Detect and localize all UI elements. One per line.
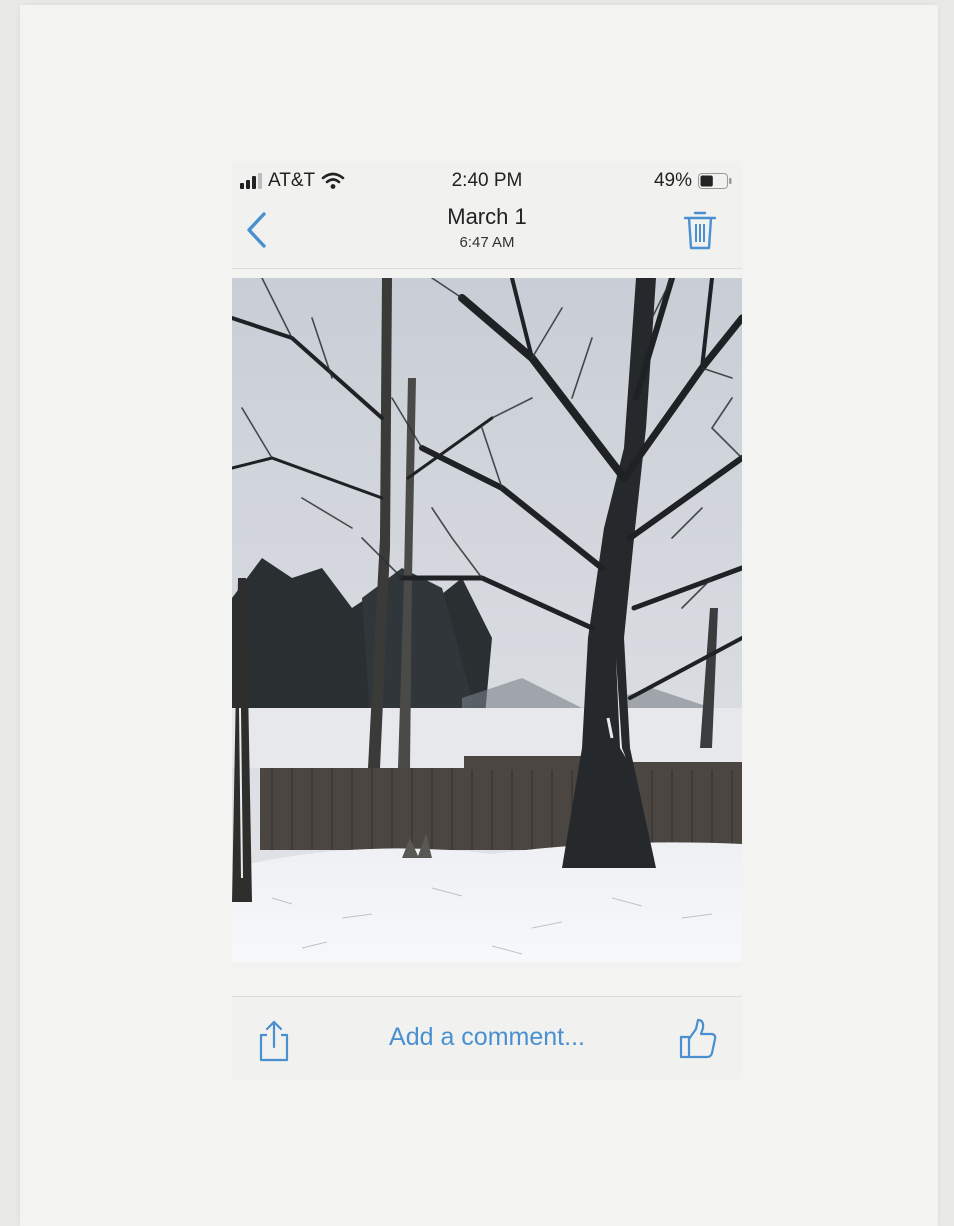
- delete-button[interactable]: [682, 208, 718, 252]
- bottom-toolbar: Add a comment...: [232, 996, 742, 1079]
- photo-date: March 1: [447, 204, 527, 229]
- winter-photo: [232, 278, 742, 962]
- photo-time: 6:47 AM: [459, 234, 515, 251]
- like-button[interactable]: [678, 1017, 718, 1061]
- add-comment-field[interactable]: Add a comment...: [332, 1023, 642, 1052]
- battery-icon: [698, 173, 732, 189]
- status-bar: AT&T 2:40 PM 49%: [232, 168, 742, 194]
- share-icon: [259, 1020, 289, 1062]
- thumbs-up-icon: [679, 1018, 717, 1059]
- photo-viewer[interactable]: [232, 278, 742, 962]
- battery-percent: 49%: [653, 170, 692, 191]
- battery-group: 49%: [654, 170, 732, 192]
- top-bar: AT&T 2:40 PM 49% March 1 6:47 AM: [232, 162, 742, 269]
- nav-title-block: March 1 6:47 AM: [232, 204, 742, 251]
- trash-icon: [683, 211, 717, 250]
- phone-screen: AT&T 2:40 PM 49% March 1 6:47 AM Add a c…: [232, 162, 742, 1079]
- share-button[interactable]: [256, 1019, 292, 1063]
